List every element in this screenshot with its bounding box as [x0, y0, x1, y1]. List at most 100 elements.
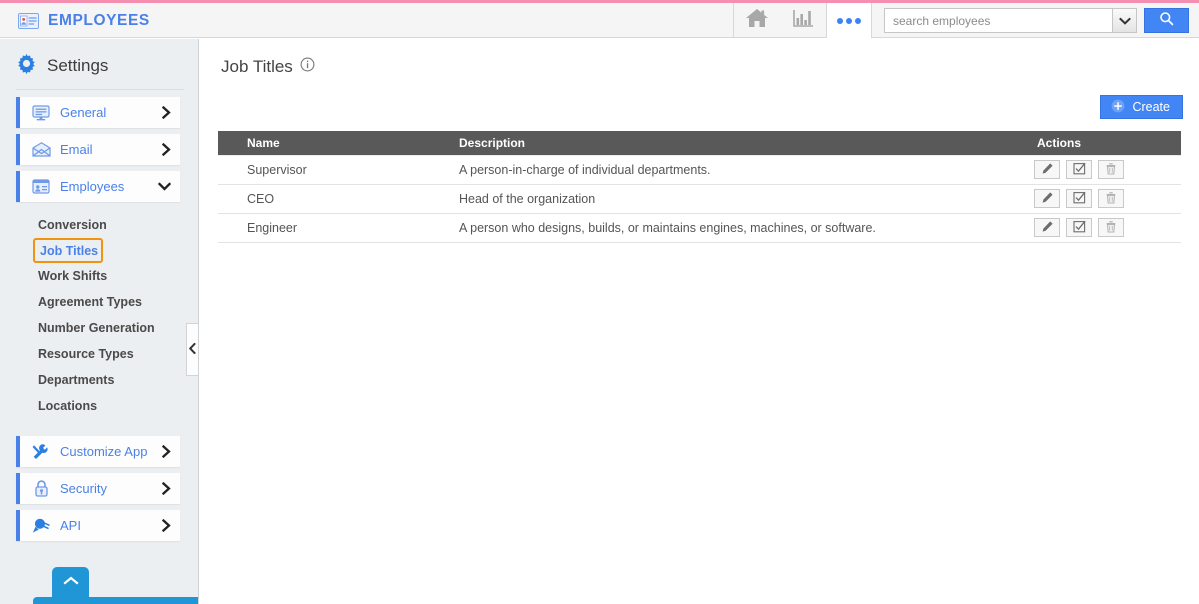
bottom-blue-bar: [33, 597, 199, 604]
table-header-row: Name Description Actions: [218, 131, 1181, 155]
row-spacer: [218, 213, 236, 242]
submenu-item-locations[interactable]: Locations: [0, 393, 198, 419]
create-button-label: Create: [1132, 100, 1170, 114]
sidebar-item-customize-app[interactable]: Customize App: [16, 436, 180, 467]
select-button[interactable]: [1066, 218, 1092, 237]
chevron-right-icon: [162, 519, 171, 532]
edit-button[interactable]: [1034, 189, 1060, 208]
sidebar-item-api[interactable]: API: [16, 510, 180, 541]
sidebar-item-label: API: [60, 518, 162, 533]
submenu-item-label: Resource Types: [38, 347, 134, 361]
settings-sidebar: Settings General: [0, 39, 199, 604]
delete-button[interactable]: [1098, 160, 1124, 179]
gear-icon: [16, 53, 37, 79]
sidebar-item-email[interactable]: Email: [16, 134, 180, 165]
create-button[interactable]: Create: [1100, 95, 1183, 119]
table-header-spacer: [218, 131, 236, 155]
lock-icon: [30, 480, 52, 497]
three-dots-icon: [837, 18, 861, 24]
chevron-up-icon: [63, 573, 79, 591]
edit-button[interactable]: [1034, 160, 1060, 179]
page-title: Job Titles: [221, 57, 293, 77]
header-toolbar: [733, 3, 1199, 38]
pencil-icon: [1041, 220, 1054, 236]
cell-actions: [1026, 184, 1181, 213]
id-card-icon: [18, 13, 39, 29]
brand: EMPLOYEES: [18, 3, 150, 38]
table-row[interactable]: CEO Head of the organization: [218, 184, 1181, 213]
chevron-down-icon: [1119, 12, 1131, 30]
submenu-item-label: Departments: [38, 373, 114, 387]
edit-button[interactable]: [1034, 218, 1060, 237]
employees-submenu: Conversion Job Titles Work Shifts Agreem…: [0, 208, 198, 425]
submenu-item-label: Work Shifts: [38, 269, 107, 283]
pencil-icon: [1041, 162, 1054, 178]
sidebar-item-security[interactable]: Security: [16, 473, 180, 504]
main-content: Job Titles Create: [200, 39, 1199, 604]
settings-header: Settings: [0, 39, 198, 89]
chevron-right-icon: [162, 445, 171, 458]
sidebar-item-label: Customize App: [60, 444, 162, 459]
row-spacer: [218, 155, 236, 184]
bottom-expand-tab[interactable]: [52, 567, 89, 597]
id-card-icon: [30, 179, 52, 194]
submenu-item-label: Conversion: [38, 218, 107, 232]
submenu-item-conversion[interactable]: Conversion: [0, 212, 198, 238]
cell-description: A person who designs, builds, or maintai…: [448, 213, 1026, 242]
search-input[interactable]: [884, 8, 1112, 33]
sidebar-item-label: Email: [60, 142, 162, 157]
bar-chart-icon: [792, 7, 814, 34]
submenu-item-label: Locations: [38, 399, 97, 413]
delete-button[interactable]: [1098, 218, 1124, 237]
cell-name: Engineer: [236, 213, 448, 242]
select-button[interactable]: [1066, 189, 1092, 208]
check-square-icon: [1073, 162, 1086, 178]
page-title-row: Job Titles: [200, 39, 1199, 77]
app-header: EMPLOYEES: [0, 3, 1199, 38]
info-circle-icon[interactable]: [300, 57, 315, 77]
sidebar-item-employees[interactable]: Employees: [16, 171, 180, 202]
cell-description: A person-in-charge of individual departm…: [448, 155, 1026, 184]
table-row[interactable]: Engineer A person who designs, builds, o…: [218, 213, 1181, 242]
check-square-icon: [1073, 220, 1086, 236]
chevron-right-icon: [162, 482, 171, 495]
submenu-item-agreement-types[interactable]: Agreement Types: [0, 289, 198, 315]
envelope-icon: [30, 142, 52, 157]
table-header: Name Description Actions: [218, 131, 1181, 155]
cell-actions: [1026, 213, 1181, 242]
trash-icon: [1105, 220, 1117, 236]
sidebar-item-label: General: [60, 105, 162, 120]
app-root: EMPLOYEES: [0, 0, 1199, 604]
submenu-item-departments[interactable]: Departments: [0, 367, 198, 393]
trash-icon: [1105, 191, 1117, 207]
home-icon: [745, 7, 769, 34]
brand-title: EMPLOYEES: [48, 12, 150, 30]
column-header-name: Name: [236, 131, 448, 155]
table-row[interactable]: Supervisor A person-in-charge of individ…: [218, 155, 1181, 184]
search-icon: [1159, 11, 1174, 31]
table-body: Supervisor A person-in-charge of individ…: [218, 155, 1181, 242]
sidebar-item-label: Security: [60, 481, 162, 496]
settings-divider: [16, 89, 184, 90]
home-button[interactable]: [734, 3, 780, 38]
reports-button[interactable]: [780, 3, 826, 38]
select-button[interactable]: [1066, 160, 1092, 179]
chevron-right-icon: [162, 106, 171, 119]
pencil-icon: [1041, 191, 1054, 207]
delete-button[interactable]: [1098, 189, 1124, 208]
more-options-button[interactable]: [826, 3, 872, 38]
cell-name: CEO: [236, 184, 448, 213]
search-scope-dropdown[interactable]: [1112, 8, 1137, 33]
search-button[interactable]: [1144, 8, 1189, 33]
submenu-item-label: Job Titles: [40, 244, 98, 258]
job-titles-table: Name Description Actions Supervisor A pe…: [218, 131, 1181, 243]
plus-circle-icon: [1111, 99, 1125, 116]
sidebar-item-general[interactable]: General: [16, 97, 180, 128]
submenu-item-number-generation[interactable]: Number Generation: [0, 315, 198, 341]
chevron-down-icon: [158, 182, 171, 191]
submenu-item-work-shifts[interactable]: Work Shifts: [0, 263, 198, 289]
submenu-item-job-titles[interactable]: Job Titles: [33, 238, 103, 263]
submenu-item-resource-types[interactable]: Resource Types: [0, 341, 198, 367]
sidebar-collapse-handle[interactable]: [186, 323, 199, 376]
column-header-actions: Actions: [1026, 131, 1181, 155]
